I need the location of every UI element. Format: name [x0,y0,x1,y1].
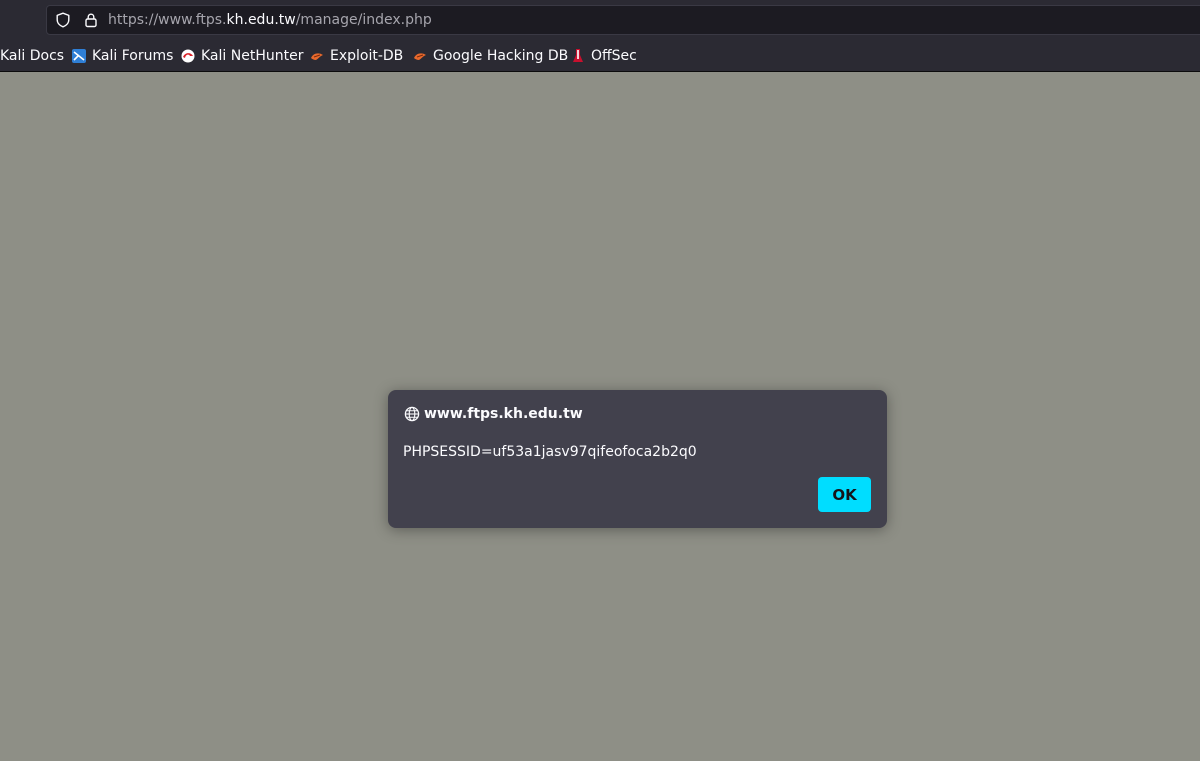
bookmark-label: Kali NetHunter [201,48,304,64]
bookmarks-toolbar: Kali Docs Kali Forums Kali NetHunter Exp… [0,40,1200,72]
bookmark-label: Kali Docs [0,48,65,64]
bookmark-kali-docs[interactable]: Kali Docs [0,47,64,65]
bookmark-exploit-db[interactable]: Exploit-DB [309,47,403,65]
dialog-origin-title: www.ftps.kh.edu.tw [424,406,583,422]
bookmark-label: Kali Forums [92,48,174,64]
offsec-icon [573,49,583,62]
bookmark-kali-forums[interactable]: Kali Forums [71,47,173,65]
url-prefix: https://www.ftps. [108,12,227,28]
bookmark-google-hacking-db[interactable]: Google Hacking DB [412,47,568,65]
ok-button[interactable]: OK [818,477,871,512]
globe-icon [404,406,420,422]
lock-icon[interactable] [83,12,99,28]
kali-nethunter-icon [181,49,195,63]
tracking-protection-shield-icon[interactable] [55,12,71,28]
bookmark-label: OffSec [591,48,637,64]
exploit-db-icon [311,53,323,60]
kali-forums-icon [72,49,86,63]
url-host: kh.edu.tw [226,12,296,28]
browser-toolbar: https://www.ftps.kh.edu.tw/manage/index.… [0,0,1200,40]
bookmark-kali-nethunter[interactable]: Kali NetHunter [180,47,303,65]
bookmark-label: Exploit-DB [330,48,404,64]
address-bar[interactable]: https://www.ftps.kh.edu.tw/manage/index.… [46,5,1200,35]
bookmark-label: Google Hacking DB [433,48,569,64]
bookmark-offsec[interactable]: OffSec [570,47,637,65]
url-text[interactable]: https://www.ftps.kh.edu.tw/manage/index.… [108,12,432,28]
url-path: /manage/index.php [295,12,432,28]
dialog-message: PHPSESSID=uf53a1jasv97qifeofoca2b2q0 [403,444,697,460]
alert-dialog: www.ftps.kh.edu.tw PHPSESSID=uf53a1jasv9… [388,390,887,528]
google-hacking-db-icon [414,53,426,60]
